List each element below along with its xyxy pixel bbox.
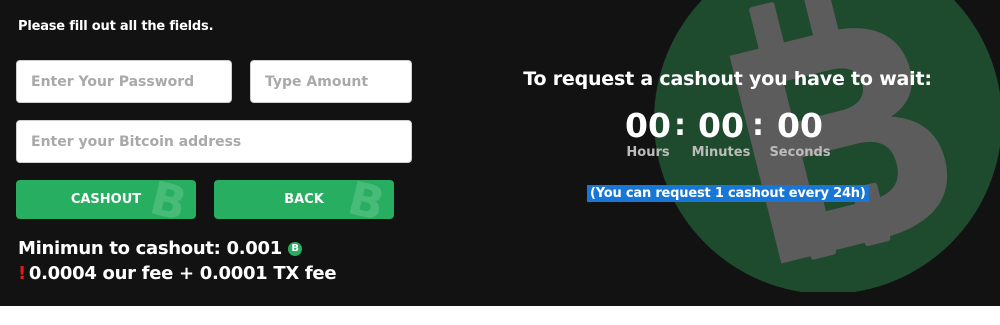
fee-text: 0.0004 our fee + 0.0001 TX fee [28, 263, 337, 284]
countdown-timer: 00 Hours : 00 Minutes : 00 Seconds [610, 106, 840, 166]
minimum-cashout-text: Minimun to cashout: 0.001 [18, 238, 282, 259]
bitcoin-address-input[interactable] [16, 120, 412, 163]
seconds-value: 00 [777, 106, 823, 145]
back-button[interactable]: B BACK [214, 180, 394, 219]
minutes-value: 00 [698, 106, 744, 145]
back-button-label: BACK [284, 192, 324, 207]
seconds-label: Seconds [769, 145, 831, 160]
warning-icon: ! [18, 263, 26, 284]
amount-input[interactable] [250, 60, 412, 103]
cashout-frequency-note: (You can request 1 cashout every 24h) [587, 185, 869, 202]
bitcoin-watermark-icon: B [144, 180, 193, 219]
countdown-seconds: 00 Seconds [762, 106, 838, 160]
form-instruction: Please fill out all the fields. [18, 19, 214, 34]
minimum-cashout: Minimun to cashout: 0.001 B [18, 238, 302, 259]
countdown-title: To request a cashout you have to wait: [523, 68, 932, 90]
cashout-button[interactable]: B CASHOUT [16, 180, 196, 219]
fee-notice: ! 0.0004 our fee + 0.0001 TX fee [18, 263, 337, 284]
bitcoin-coin-icon: B [288, 241, 302, 256]
hours-label: Hours [626, 145, 670, 160]
bitcoin-watermark-icon: B [342, 180, 391, 219]
cashout-panel: Please fill out all the fields. B CASHOU… [0, 0, 1000, 306]
minutes-label: Minutes [691, 145, 751, 160]
countdown-minutes: 00 Minutes [683, 106, 759, 160]
cashout-button-label: CASHOUT [70, 192, 142, 207]
password-input[interactable] [16, 60, 232, 103]
